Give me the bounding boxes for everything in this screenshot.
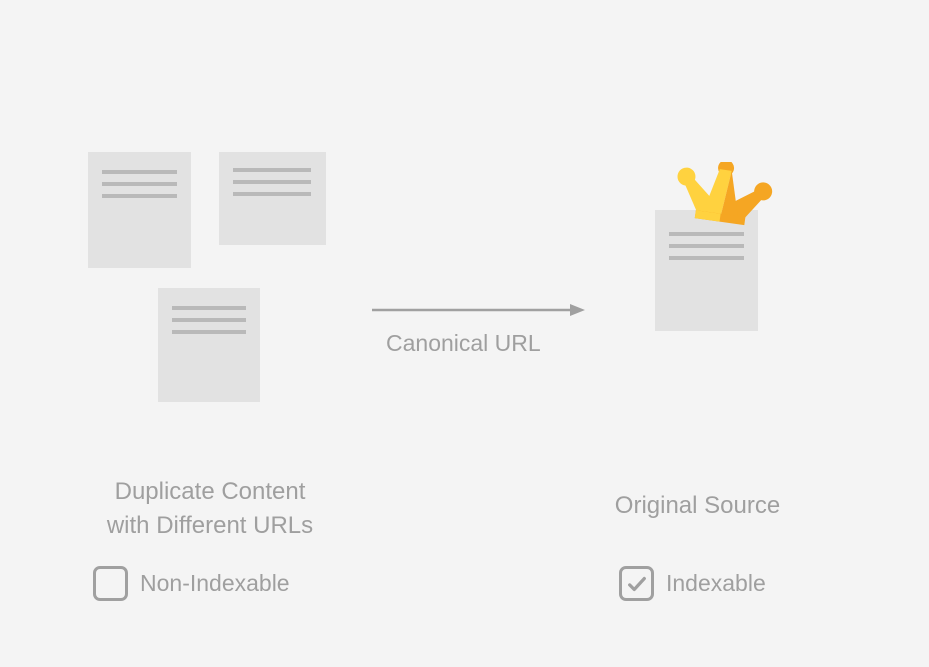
text-line xyxy=(669,244,744,248)
duplicate-page-1 xyxy=(88,152,191,268)
text-line xyxy=(172,318,246,322)
checkbox-checked-icon xyxy=(619,566,654,601)
checkmark-icon xyxy=(626,573,648,595)
text-line xyxy=(233,168,311,172)
arrow-icon xyxy=(372,302,585,318)
diagram-container: Canonical URL Du xyxy=(0,0,929,667)
duplicate-line-1: Duplicate Content xyxy=(115,478,306,505)
duplicate-page-2 xyxy=(219,152,326,245)
non-indexable-row: Non-Indexable xyxy=(93,566,290,601)
text-line xyxy=(102,182,177,186)
original-source-label: Original Source xyxy=(570,492,825,520)
text-line xyxy=(233,180,311,184)
text-line xyxy=(172,330,246,334)
canonical-url-label: Canonical URL xyxy=(386,330,541,357)
text-line xyxy=(669,232,744,236)
text-line xyxy=(233,192,311,196)
duplicate-page-3 xyxy=(158,288,260,402)
text-line xyxy=(172,306,246,310)
checkbox-unchecked-icon xyxy=(93,566,128,601)
duplicate-line-2: with Different URLs xyxy=(107,512,313,539)
non-indexable-label: Non-Indexable xyxy=(140,570,290,597)
crown-icon xyxy=(674,162,774,227)
text-line xyxy=(102,194,177,198)
text-line xyxy=(669,256,744,260)
indexable-label: Indexable xyxy=(666,570,766,597)
text-line xyxy=(102,170,177,174)
duplicate-content-label: Duplicate Content with Different URLs xyxy=(85,475,335,542)
indexable-row: Indexable xyxy=(619,566,766,601)
